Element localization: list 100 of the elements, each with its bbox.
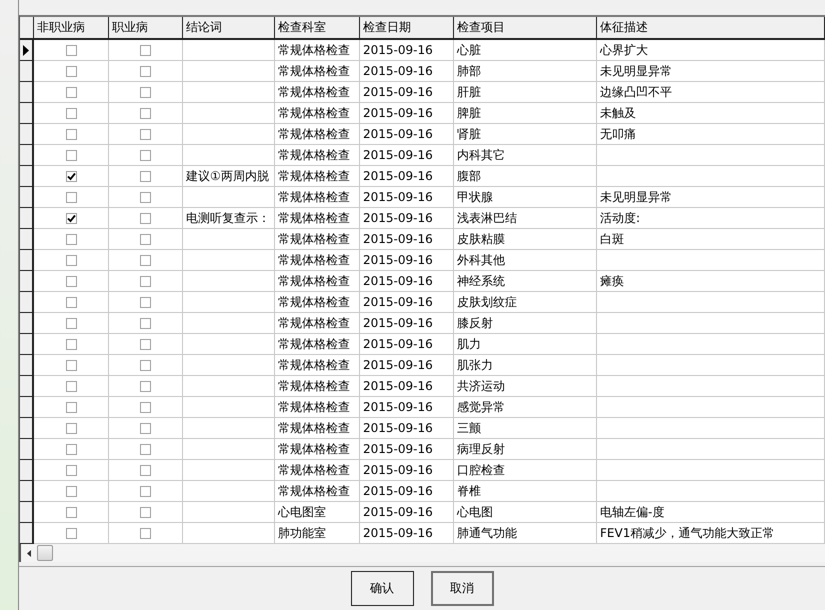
dialog-button[interactable]: 确认 — [350, 571, 414, 606]
row-header[interactable] — [20, 187, 34, 208]
checkbox[interactable] — [66, 402, 76, 412]
row-header[interactable] — [20, 103, 34, 124]
row-header[interactable] — [20, 292, 34, 313]
row-header[interactable] — [20, 418, 34, 439]
checkbox[interactable] — [140, 422, 151, 434]
row-header[interactable] — [20, 61, 34, 82]
row-header[interactable] — [20, 523, 34, 544]
row-header[interactable] — [20, 376, 34, 397]
checkbox[interactable] — [66, 170, 76, 182]
checkbox[interactable] — [66, 192, 76, 202]
checkbox[interactable] — [140, 360, 151, 370]
checkbox[interactable] — [66, 44, 76, 56]
checkbox[interactable] — [140, 234, 151, 244]
checkbox[interactable] — [66, 422, 76, 434]
checkbox[interactable] — [140, 254, 151, 266]
table-cell: 白斑 — [597, 229, 825, 250]
checkbox[interactable] — [140, 506, 151, 518]
column-header[interactable]: 体征描述 — [597, 17, 825, 38]
checkbox[interactable] — [140, 380, 151, 392]
checkbox[interactable] — [66, 318, 76, 328]
checkmark-icon — [66, 214, 76, 222]
row-header[interactable] — [20, 250, 34, 271]
dialog-button[interactable]: 取消 — [430, 571, 494, 606]
checkbox[interactable] — [66, 486, 76, 496]
checkbox[interactable] — [140, 66, 151, 76]
table-cell: 2015-09-16 — [360, 250, 454, 271]
table-cell: 常规体格检查 — [275, 376, 360, 397]
column-header[interactable]: 检查日期 — [360, 17, 454, 38]
checkbox[interactable] — [66, 234, 76, 244]
checkbox[interactable] — [66, 150, 76, 160]
checkbox[interactable] — [66, 276, 76, 286]
checkbox[interactable] — [66, 66, 76, 76]
row-header[interactable] — [20, 313, 34, 334]
checkbox[interactable] — [140, 402, 151, 412]
checkbox[interactable] — [140, 276, 151, 286]
row-header[interactable] — [20, 124, 34, 145]
row-header[interactable] — [20, 208, 34, 229]
checkbox[interactable] — [140, 296, 151, 308]
table-cell: 常规体格检查 — [275, 292, 360, 313]
checkbox[interactable] — [140, 86, 151, 98]
checkbox[interactable] — [140, 528, 151, 538]
checkbox[interactable] — [140, 170, 151, 182]
checkbox[interactable] — [140, 128, 151, 140]
checkbox[interactable] — [66, 254, 76, 266]
table-cell: 腹部 — [454, 166, 597, 187]
checkbox[interactable] — [66, 506, 76, 518]
checkbox[interactable] — [140, 192, 151, 202]
row-header[interactable] — [20, 40, 34, 61]
table-cell: 常规体格检查 — [275, 460, 360, 481]
checkbox[interactable] — [66, 212, 76, 224]
checkbox[interactable] — [140, 150, 151, 160]
checkbox[interactable] — [66, 86, 76, 98]
checkbox[interactable] — [140, 464, 151, 476]
table-cell: 2015-09-16 — [360, 271, 454, 292]
table-cell: 神经系统 — [454, 271, 597, 292]
horizontal-scrollbar[interactable] — [20, 544, 825, 562]
row-header[interactable] — [20, 502, 34, 523]
column-header[interactable]: 结论词 — [183, 17, 275, 38]
table-cell: 共济运动 — [454, 376, 597, 397]
checkbox[interactable] — [66, 360, 76, 370]
checkbox[interactable] — [140, 212, 151, 224]
row-header[interactable] — [20, 145, 34, 166]
checkbox[interactable] — [66, 128, 76, 140]
row-header[interactable] — [20, 460, 34, 481]
row-header[interactable] — [20, 82, 34, 103]
checkbox[interactable] — [66, 528, 76, 538]
checkbox[interactable] — [66, 296, 76, 308]
checkbox[interactable] — [66, 464, 76, 476]
row-header[interactable] — [20, 481, 34, 502]
scroll-left-icon[interactable] — [27, 550, 31, 556]
column-header[interactable]: 职业病 — [109, 17, 183, 38]
table-cell: 肌力 — [454, 334, 597, 355]
checkbox[interactable] — [140, 44, 151, 56]
checkbox[interactable] — [140, 444, 151, 454]
row-header[interactable] — [20, 166, 34, 187]
table-cell: 外科其他 — [454, 250, 597, 271]
table-cell: 未见明显异常 — [597, 187, 825, 208]
scrollbar-thumb[interactable] — [37, 545, 53, 561]
table-cell: 常规体格检查 — [275, 250, 360, 271]
checkbox[interactable] — [140, 486, 151, 496]
checkbox[interactable] — [66, 380, 76, 392]
row-header[interactable] — [20, 439, 34, 460]
checkbox[interactable] — [140, 318, 151, 328]
checkbox[interactable] — [140, 338, 151, 350]
row-header[interactable] — [20, 355, 34, 376]
row-header[interactable] — [20, 271, 34, 292]
checkbox[interactable] — [66, 444, 76, 454]
table-cell: 脾脏 — [454, 103, 597, 124]
row-header[interactable] — [20, 229, 34, 250]
column-header[interactable]: 检查项目 — [454, 17, 597, 38]
table-cell: 皮肤划纹症 — [454, 292, 597, 313]
column-header[interactable]: 非职业病 — [34, 17, 109, 38]
checkbox[interactable] — [66, 108, 76, 118]
checkbox[interactable] — [66, 338, 76, 350]
row-header[interactable] — [20, 397, 34, 418]
checkbox[interactable] — [140, 108, 151, 118]
column-header[interactable]: 检查科室 — [275, 17, 360, 38]
row-header[interactable] — [20, 334, 34, 355]
